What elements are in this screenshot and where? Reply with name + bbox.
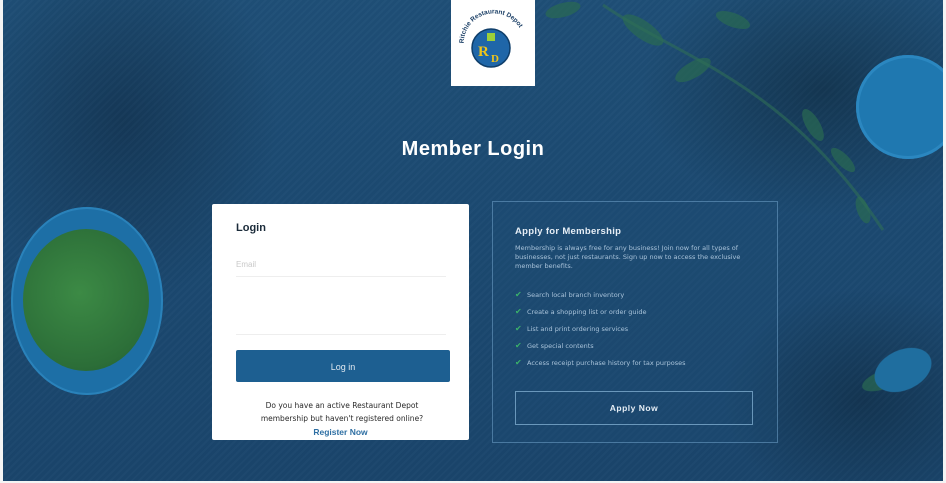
check-icon: ✔ <box>515 358 522 367</box>
benefit-item: ✔ Get special contents <box>515 341 594 350</box>
login-button[interactable]: Log in <box>236 350 450 382</box>
apply-now-button[interactable]: Apply Now <box>515 391 753 425</box>
logo-initial-d: D <box>491 53 499 65</box>
benefit-item: ✔ Search local branch inventory <box>515 290 625 299</box>
benefits-list: ✔ Search local branch inventory ✔ Create a… <box>515 286 686 371</box>
apply-heading: Apply for Membership <box>515 226 622 237</box>
register-now-link[interactable]: Register Now <box>212 427 469 437</box>
check-icon: ✔ <box>515 290 522 299</box>
check-icon: ✔ <box>515 324 522 333</box>
apply-description: Membership is always free for any busine… <box>515 244 741 270</box>
page-title: Member Login <box>401 138 545 160</box>
apply-membership-card: Apply for Membership Membership is alway… <box>492 201 778 443</box>
registration-note: Do you have an active Restaurant Depot m… <box>260 401 424 423</box>
restaurant-depot-logo: R D Ritchie Restaurant Depot <box>459 8 524 68</box>
check-icon: ✔ <box>515 307 522 316</box>
benefit-item: ✔ List and print ordering services <box>515 324 629 333</box>
brand-logo[interactable]: R D Ritchie Restaurant Depot <box>451 0 535 86</box>
login-card: Login Log in Do you have an active Resta… <box>212 204 469 440</box>
password-input[interactable] <box>236 310 446 335</box>
login-heading: Login <box>236 222 266 234</box>
email-input[interactable] <box>236 252 446 277</box>
logo-initial-r: R <box>478 44 489 60</box>
benefit-item: ✔ Create a shopping list or order guide <box>515 307 647 316</box>
tea-bowl-decoration <box>11 207 163 395</box>
check-icon: ✔ <box>515 341 522 350</box>
background-hero: R D Ritchie Restaurant Depot Member Logi… <box>3 0 943 481</box>
benefit-item: ✔ Access receipt purchase history for tax… <box>515 358 686 367</box>
